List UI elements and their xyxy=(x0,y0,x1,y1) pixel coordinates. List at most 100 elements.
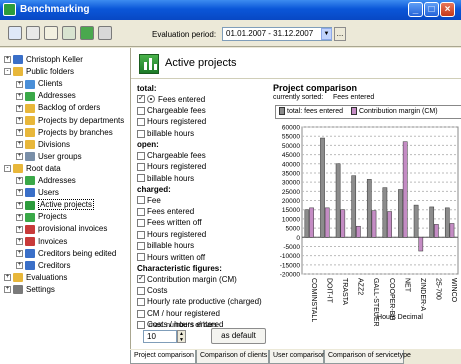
option-checkbox[interactable]: Hourly rate productive (charged) xyxy=(137,297,262,307)
checkbox-icon[interactable] xyxy=(137,196,145,205)
tree-item[interactable]: + Creditors xyxy=(16,260,70,272)
checkbox-icon[interactable] xyxy=(137,174,145,183)
tree-item[interactable]: + Addresses xyxy=(16,175,76,187)
expand-icon[interactable]: + xyxy=(16,92,23,100)
max-bars-stepper[interactable]: ▲ ▼ xyxy=(177,330,186,343)
tab-comparison-of-clients[interactable]: Comparison of clients xyxy=(196,350,269,364)
option-checkbox[interactable]: billable hours xyxy=(137,241,194,251)
tree-item[interactable]: + provisional invoices xyxy=(16,223,107,235)
expand-icon[interactable]: + xyxy=(16,213,23,221)
checkbox-icon[interactable]: ✓ xyxy=(137,275,145,284)
option-checkbox[interactable]: Hours registered xyxy=(137,162,206,172)
option-checkbox[interactable]: Hours registered xyxy=(137,117,206,127)
tree-item[interactable]: + Addresses xyxy=(16,90,76,102)
option-label: billable hours xyxy=(147,241,195,251)
chart-icon[interactable] xyxy=(80,26,94,40)
tree-item[interactable]: - Root data xyxy=(4,163,61,175)
bars-icon[interactable] xyxy=(98,26,112,40)
tree-item[interactable]: + Evaluations xyxy=(4,272,67,284)
checkbox-icon[interactable] xyxy=(137,151,145,160)
option-label: Hours registered xyxy=(147,229,207,239)
collapse-icon[interactable]: - xyxy=(4,165,11,173)
expand-icon[interactable]: + xyxy=(16,249,23,257)
option-checkbox[interactable]: Fees entered xyxy=(137,207,194,217)
option-checkbox[interactable]: Hours registered xyxy=(137,230,206,240)
expand-icon[interactable]: + xyxy=(16,262,23,270)
tab-project-comparison[interactable]: Project comparison xyxy=(130,350,196,364)
as-default-button[interactable]: as default xyxy=(211,328,266,344)
expand-icon[interactable]: + xyxy=(16,141,23,149)
tree-item[interactable]: + Settings xyxy=(4,284,55,296)
print-icon[interactable] xyxy=(26,26,40,40)
tree-item[interactable]: + Users xyxy=(16,187,59,199)
expand-icon[interactable]: + xyxy=(16,128,23,136)
tab-user-comparison[interactable]: User comparison xyxy=(269,350,326,364)
tree-item[interactable]: - Public folders xyxy=(4,66,74,78)
max-bars-input[interactable]: 10 xyxy=(143,330,177,343)
expand-icon[interactable]: + xyxy=(16,116,23,124)
checkbox-icon[interactable] xyxy=(137,253,145,262)
expand-icon[interactable]: + xyxy=(4,286,11,294)
option-checkbox[interactable]: Costs xyxy=(137,286,167,296)
expand-icon[interactable]: + xyxy=(16,153,23,161)
option-checkbox[interactable]: billable hours xyxy=(137,174,194,184)
checkbox-icon[interactable] xyxy=(137,309,145,318)
tree-item[interactable]: + Christoph Keller xyxy=(4,54,83,66)
collapse-icon[interactable]: - xyxy=(4,68,11,76)
tree-item[interactable]: + Projects by branches xyxy=(16,127,113,139)
tree-item[interactable]: + Active projects xyxy=(16,199,95,211)
checkbox-icon[interactable] xyxy=(137,298,145,307)
checkbox-icon[interactable] xyxy=(137,321,145,330)
tree-item[interactable]: + Backlog of orders xyxy=(16,102,100,114)
checkbox-icon[interactable] xyxy=(137,219,145,228)
tree-item[interactable]: + Divisions xyxy=(16,139,70,151)
table-icon[interactable] xyxy=(62,26,76,40)
expand-icon[interactable]: + xyxy=(16,177,23,185)
expand-icon[interactable]: + xyxy=(16,189,23,197)
checkbox-icon[interactable] xyxy=(137,163,145,172)
option-checkbox[interactable]: Chargeable fees xyxy=(137,151,206,161)
legend-label-fees: total: fees entered xyxy=(287,108,344,115)
checkbox-icon[interactable] xyxy=(137,242,145,251)
maximize-button[interactable]: □ xyxy=(424,2,439,17)
option-checkbox[interactable]: billable hours xyxy=(137,129,194,139)
preview-icon[interactable] xyxy=(44,26,58,40)
tree-item[interactable]: + User groups xyxy=(16,151,82,163)
expand-icon[interactable]: + xyxy=(16,104,23,112)
expand-icon[interactable]: + xyxy=(4,274,11,282)
checkbox-icon[interactable] xyxy=(137,207,145,216)
title-bar[interactable]: Benchmarking _ □ × xyxy=(0,0,461,20)
option-checkbox[interactable]: Chargeable fees xyxy=(137,106,206,116)
expand-icon[interactable]: + xyxy=(16,237,23,245)
eval-period-select[interactable]: 01.01.2007 - 31.12.2007 xyxy=(222,27,332,41)
option-radio[interactable]: ✓ Fees entered xyxy=(137,95,205,105)
expand-icon[interactable]: + xyxy=(16,225,23,233)
tree-item[interactable]: + Projects xyxy=(16,211,67,223)
tree-item[interactable]: + Projects by departments xyxy=(16,115,124,127)
option-checkbox[interactable]: CM / hour registered xyxy=(137,309,220,319)
option-label: Fees entered xyxy=(147,207,195,216)
checkbox-icon[interactable]: ✓ xyxy=(137,95,145,104)
option-checkbox[interactable]: Hours written off xyxy=(137,253,205,263)
tree-item[interactable]: + Invoices xyxy=(16,236,67,248)
eval-more-button[interactable]: ... xyxy=(334,27,346,41)
option-checkbox[interactable]: Fees written off xyxy=(137,218,202,228)
tree-item[interactable]: + Creditors being edited xyxy=(16,248,116,260)
expand-icon[interactable]: + xyxy=(16,201,23,209)
close-button[interactable]: × xyxy=(440,2,455,17)
tree-item[interactable]: + Clients xyxy=(16,78,62,90)
tab-comparison-of-servicetype[interactable]: Comparison of servicetype xyxy=(324,350,411,364)
option-checkbox[interactable]: ✓ Contribution margin (CM) xyxy=(137,275,237,285)
checkbox-icon[interactable] xyxy=(137,230,145,239)
option-checkbox[interactable]: Fee xyxy=(137,196,161,206)
checkbox-icon[interactable] xyxy=(137,106,145,115)
chevron-down-icon[interactable]: ▼ xyxy=(321,28,332,40)
checkbox-icon[interactable] xyxy=(137,129,145,138)
radio-icon[interactable] xyxy=(147,95,155,104)
minimize-button[interactable]: _ xyxy=(408,2,423,17)
checkbox-icon[interactable] xyxy=(137,118,145,127)
expand-icon[interactable]: + xyxy=(16,80,23,88)
checkbox-icon[interactable] xyxy=(137,286,145,295)
tree-view-icon[interactable] xyxy=(8,26,22,40)
expand-icon[interactable]: + xyxy=(4,56,11,64)
